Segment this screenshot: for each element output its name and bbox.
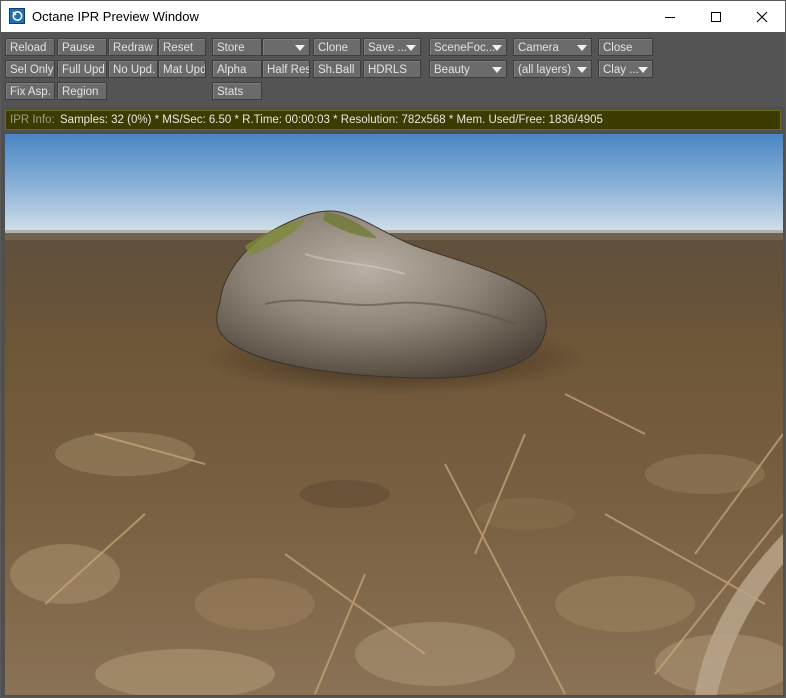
minimize-icon [665,17,675,18]
material-mode-label: Clay ... [603,64,639,76]
close-button[interactable]: Close [598,38,653,56]
render-pass-label: Beauty [434,64,470,76]
clone-button[interactable]: Clone [313,38,361,56]
window-title: Octane IPR Preview Window [32,9,199,24]
stats-button[interactable]: Stats [212,82,262,100]
camera-label: Camera [518,42,559,54]
chevron-down-icon [492,67,502,73]
chevron-down-icon [577,67,587,73]
minimize-button[interactable] [647,1,693,32]
rendered-image [5,134,783,695]
close-icon [756,11,768,23]
ipr-info-bar: IPR Info: Samples: 32 (0%) * MS/Sec: 6.5… [5,110,781,130]
save-label: Save ... [368,42,407,54]
close-window-button[interactable] [739,1,785,32]
redraw-button[interactable]: Redraw [108,38,158,56]
chevron-down-icon [492,45,502,51]
render-pass-dropdown[interactable]: Beauty [429,60,507,78]
camera-dropdown[interactable]: Camera [513,38,592,56]
full-update-button[interactable]: Full Upd. [57,60,107,78]
sel-only-button[interactable]: Sel Only [5,60,55,78]
no-update-button[interactable]: No Upd. [108,60,158,78]
hdrls-button[interactable]: HDRLS [363,60,421,78]
material-mode-dropdown[interactable]: Clay ... [598,60,653,78]
reset-button[interactable]: Reset [158,38,206,56]
scene-focus-dropdown[interactable]: SceneFoc... [429,38,507,56]
chevron-down-icon [295,45,305,51]
chevron-down-icon [577,45,587,51]
save-dropdown[interactable]: Save ... [363,38,421,56]
store-slot-dropdown[interactable] [262,38,310,56]
ipr-info-label: IPR Info: [10,114,55,126]
sky [5,134,783,234]
render-viewport[interactable] [5,134,783,695]
scene-focus-label: SceneFoc... [434,42,496,54]
half-res-button[interactable]: Half Res [262,60,310,78]
pause-button[interactable]: Pause [57,38,107,56]
region-button[interactable]: Region [57,82,107,100]
layers-label: (all layers) [518,64,572,76]
chevron-down-icon [638,67,648,73]
ipr-info-text: Samples: 32 (0%) * MS/Sec: 6.50 * R.Time… [60,114,603,126]
mat-update-button[interactable]: Mat Upd [158,60,206,78]
shader-ball-button[interactable]: Sh.Ball [313,60,361,78]
alpha-button[interactable]: Alpha [212,60,262,78]
layers-dropdown[interactable]: (all layers) [513,60,592,78]
octane-app-icon [9,8,25,24]
toolbar: Reload Pause Redraw Reset Store Clone Sa… [1,32,785,107]
reload-button[interactable]: Reload [5,38,55,56]
title-bar[interactable]: Octane IPR Preview Window [1,1,785,32]
fix-aspect-button[interactable]: Fix Asp. [5,82,55,100]
ipr-preview-window: Octane IPR Preview Window Reload Pause R… [0,0,786,698]
store-button[interactable]: Store [212,38,262,56]
maximize-icon [711,12,721,22]
maximize-button[interactable] [693,1,739,32]
chevron-down-icon [406,45,416,51]
